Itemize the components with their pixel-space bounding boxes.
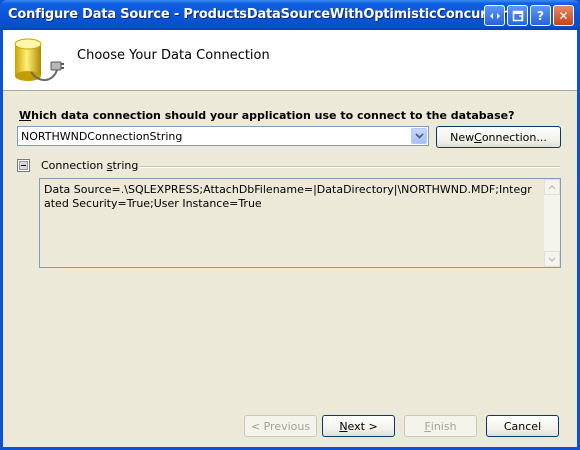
restore-icon	[512, 10, 523, 21]
previous-button[interactable]: < Previous	[244, 415, 317, 437]
vertical-scrollbar[interactable]	[544, 179, 560, 267]
title-bar[interactable]: Configure Data Source - ProductsDataSour…	[0, 0, 580, 30]
connection-string-textbox[interactable]: Data Source=.\SQLEXPRESS;AttachDbFilenam…	[39, 178, 561, 268]
chevron-down-icon	[548, 256, 556, 262]
help-button[interactable]: ?	[530, 5, 551, 26]
collapse-icon[interactable]	[17, 159, 30, 172]
window-title: Configure Data Source - ProductsDataSour…	[8, 7, 527, 22]
connection-select-value: NORTHWNDConnectionString	[21, 130, 183, 143]
swap-arrows-icon	[489, 12, 500, 19]
section-divider	[139, 166, 560, 168]
finish-button[interactable]: Finish	[404, 415, 477, 437]
cancel-button[interactable]: Cancel	[486, 415, 559, 437]
dialog-client-area: Choose Your Data Connection Which data c…	[3, 30, 577, 447]
page-title: Choose Your Data Connection	[77, 48, 270, 63]
next-button[interactable]: Next >	[322, 415, 395, 437]
question-text: hich data connection should your applica…	[31, 109, 515, 122]
new-connection-button[interactable]: New Connection...	[436, 126, 561, 148]
dropdown-button[interactable]	[411, 128, 427, 144]
chevron-down-icon	[414, 133, 424, 139]
next-mnemonic: N	[339, 419, 348, 433]
question-mnemonic: W	[19, 109, 32, 122]
finish-label: inish	[430, 419, 457, 433]
previous-label: < Previous	[250, 419, 311, 433]
next-label: ext >	[347, 419, 378, 433]
new-connection-mnemonic: C	[474, 130, 482, 144]
new-connection-label-pre: New	[450, 130, 475, 144]
connection-question-label: Which data connection should your applic…	[19, 109, 514, 122]
close-button[interactable]: ✕	[553, 5, 574, 26]
scroll-up-button[interactable]	[544, 179, 560, 195]
chevron-up-icon	[548, 184, 556, 190]
close-icon: ✕	[558, 8, 569, 23]
database-plug-icon	[14, 38, 64, 81]
help-icon: ?	[537, 8, 544, 23]
restore-button[interactable]	[507, 5, 528, 26]
wizard-switch-button[interactable]	[484, 5, 505, 26]
new-connection-label-post: onnection...	[481, 130, 547, 144]
connection-string-value: Data Source=.\SQLEXPRESS;AttachDbFilenam…	[44, 183, 532, 210]
scroll-down-button[interactable]	[544, 251, 560, 267]
wizard-header: Choose Your Data Connection	[3, 30, 577, 91]
connection-string-section: Connection string	[17, 158, 563, 174]
connection-string-label: Connection string	[41, 159, 138, 172]
connection-string-label-pre: Connection	[41, 159, 107, 172]
connection-select[interactable]: NORTHWNDConnectionString	[17, 126, 429, 146]
connection-string-label-post: tring	[112, 159, 139, 172]
cancel-label: Cancel	[503, 419, 542, 433]
dialog-window: Configure Data Source - ProductsDataSour…	[0, 0, 580, 450]
